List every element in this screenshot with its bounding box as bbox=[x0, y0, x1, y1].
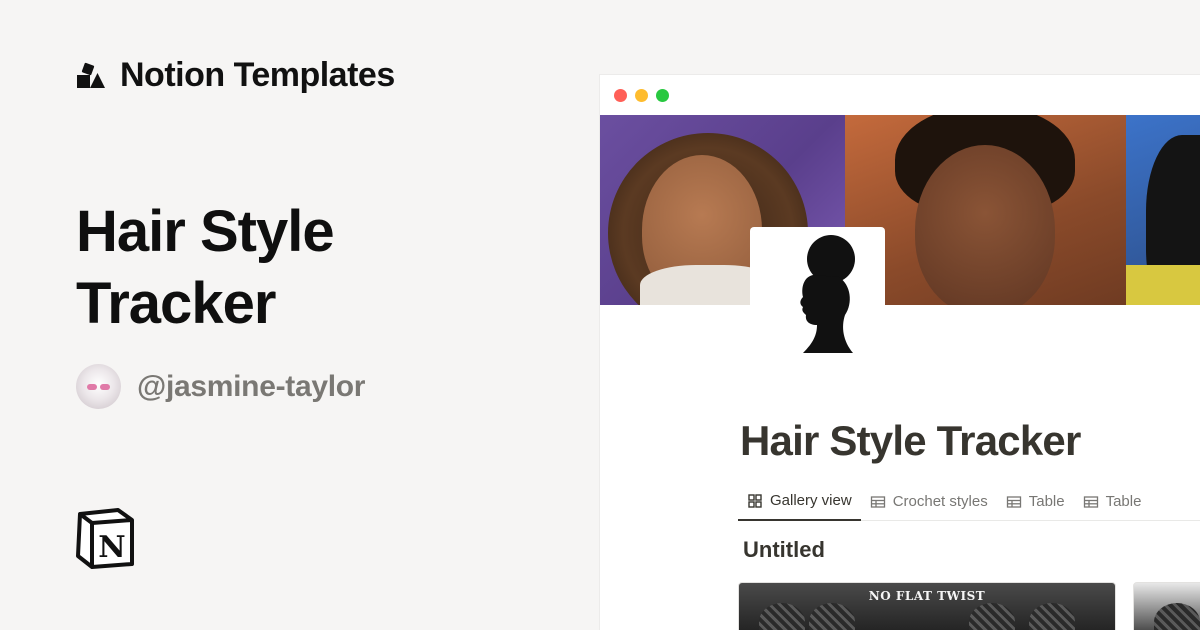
hero-title: Hair Style Tracker bbox=[76, 199, 335, 336]
notion-logo-icon: N bbox=[76, 508, 134, 569]
card-caption: NO FLAT TWIST bbox=[868, 589, 986, 603]
window-titlebar bbox=[600, 75, 1200, 115]
table-icon bbox=[1006, 495, 1021, 508]
page-cover-image bbox=[600, 115, 1200, 305]
tab-gallery-view[interactable]: Gallery view bbox=[738, 483, 861, 521]
page-title: Hair Style Tracker bbox=[740, 417, 1081, 464]
brand-name: Notion Templates bbox=[120, 56, 395, 94]
cover-photo-3 bbox=[1126, 115, 1200, 305]
table-icon bbox=[1083, 495, 1098, 508]
table-icon bbox=[870, 495, 885, 508]
gallery-card[interactable] bbox=[1133, 582, 1200, 630]
brand-header[interactable]: Notion Templates bbox=[76, 56, 395, 95]
page-icon[interactable] bbox=[750, 227, 885, 360]
gallery-card[interactable]: NO FLAT TWIST bbox=[738, 582, 1116, 630]
author-link[interactable]: @jasmine-taylor bbox=[76, 364, 365, 409]
tab-label: Table bbox=[1028, 493, 1065, 510]
gallery-section-title: Untitled bbox=[743, 537, 825, 562]
tab-label: Table bbox=[1105, 493, 1142, 510]
view-tabs: Gallery view Crochet styles Table Table bbox=[738, 483, 1200, 521]
tab-table-2[interactable]: Table bbox=[1074, 483, 1151, 521]
notion-templates-logo-icon bbox=[77, 62, 105, 88]
author-handle: @jasmine-taylor bbox=[137, 369, 366, 403]
zoom-window-button[interactable] bbox=[656, 88, 669, 102]
gallery-icon bbox=[748, 493, 762, 508]
silhouette-icon bbox=[799, 235, 855, 353]
avatar bbox=[76, 364, 121, 409]
browser-window: Hair Style Tracker Gallery view Crochet … bbox=[600, 75, 1200, 630]
tab-label: Crochet styles bbox=[892, 493, 988, 510]
minimize-window-button[interactable] bbox=[635, 88, 648, 102]
tab-crochet-styles[interactable]: Crochet styles bbox=[861, 483, 997, 521]
close-window-button[interactable] bbox=[614, 88, 627, 102]
tab-label: Gallery view bbox=[770, 492, 852, 509]
cover-photo-2 bbox=[845, 115, 1126, 305]
svg-text:N: N bbox=[98, 530, 125, 565]
tab-table-1[interactable]: Table bbox=[997, 483, 1074, 521]
